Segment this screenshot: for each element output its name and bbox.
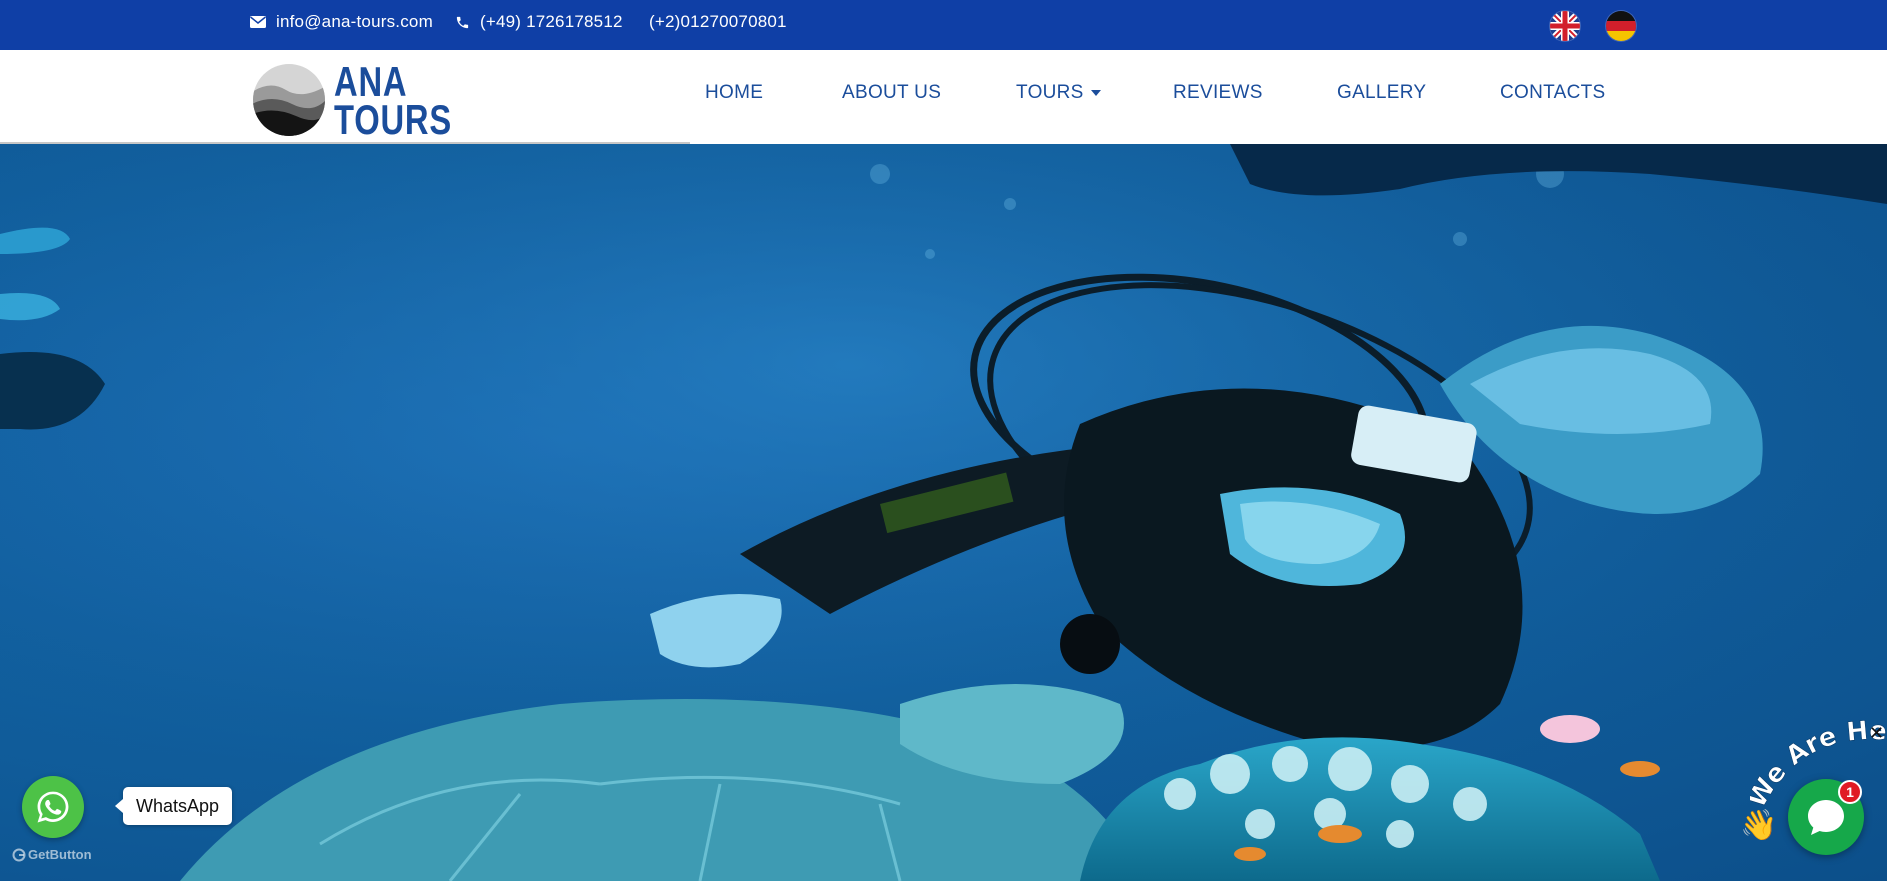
getbutton-text: GetButton [28,847,92,862]
nav-home[interactable]: HOME [705,82,763,104]
nav-contacts[interactable]: CONTACTS [1500,82,1606,104]
hero-illustration [0,144,1887,881]
whatsapp-button[interactable] [22,776,84,838]
logo-mountain-icon [253,64,325,136]
whatsapp-label[interactable]: WhatsApp [114,787,233,825]
hero-diver-image [0,144,1887,881]
top-contact-bar: info@ana-tours.com (+49) 1726178512 (+2)… [0,0,1887,50]
flag-germany-icon[interactable] [1606,11,1636,41]
flag-uk-icon[interactable] [1550,11,1580,41]
nav-tours[interactable]: TOURS [1016,82,1102,104]
phone-text-eg: (+2)01270070801 [649,12,787,31]
nav-gallery[interactable]: GALLERY [1337,82,1426,104]
nav-reviews[interactable]: REVIEWS [1173,82,1263,104]
getbutton-icon [12,848,26,861]
email-text: info@ana-tours.com [276,12,433,31]
getbutton-link[interactable]: GetButton [12,847,92,862]
waving-hand-icon: 👋 [1740,809,1778,842]
phone-link-eg[interactable]: (+2)01270070801 [649,0,787,44]
whatsapp-icon [37,791,69,823]
phone-text-de: (+49) 1726178512 [480,12,623,31]
phone-icon [456,16,469,28]
phone-link-de[interactable]: (+49) 1726178512 [455,0,623,44]
caret-down-icon [1091,89,1102,96]
main-navbar: ANA TOURS HOME ABOUT US TOURS REVIEWS GA… [0,50,1887,144]
email-link[interactable]: info@ana-tours.com [250,0,433,44]
nav-about-us[interactable]: ABOUT US [842,82,941,104]
logo-text-tours: TOURS [334,96,452,143]
chat-bubble-icon [1808,800,1844,835]
chat-close-icon[interactable]: ✕ [1869,724,1884,742]
ana-tours-logo[interactable]: ANA TOURS [252,60,451,141]
nav-tours-label: TOURS [1016,82,1084,103]
chat-notification-badge: 1 [1838,780,1862,804]
envelope-icon [250,16,266,28]
